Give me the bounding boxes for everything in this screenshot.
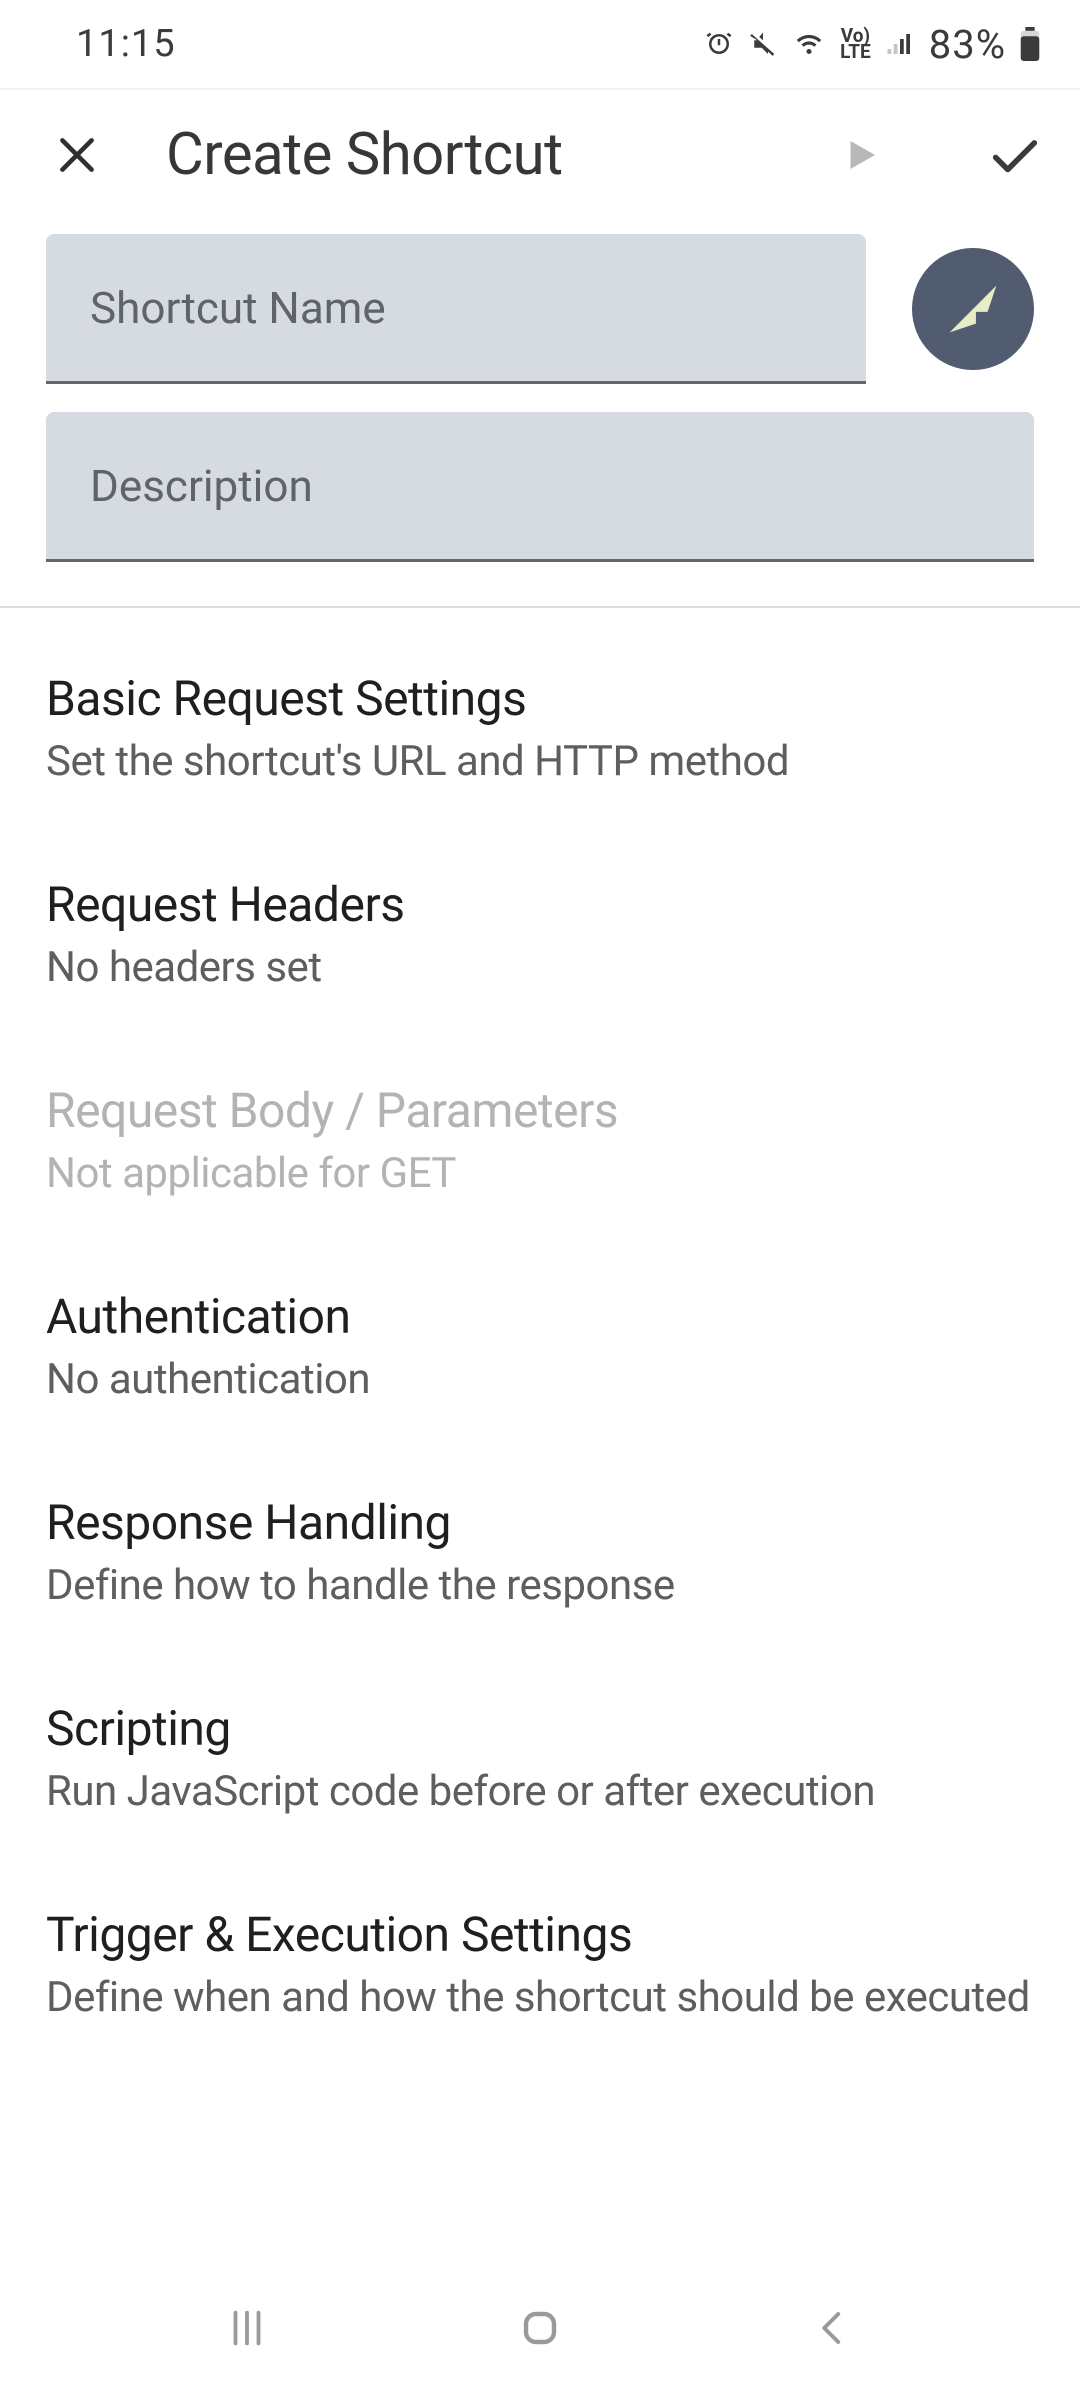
close-icon[interactable]	[42, 120, 112, 190]
section-request-headers[interactable]: Request Headers No headers set	[0, 832, 1080, 1038]
shortcut-icon-button[interactable]	[912, 248, 1034, 370]
section-title: Scripting	[46, 1700, 1034, 1757]
volte-icon: Vo)LTE	[840, 28, 871, 60]
section-response-handling[interactable]: Response Handling Define how to handle t…	[0, 1450, 1080, 1656]
alarm-icon	[704, 29, 734, 59]
section-sub: Not applicable for GET	[46, 1149, 1034, 1198]
section-title: Trigger & Execution Settings	[46, 1906, 1034, 1963]
status-right: Vo)LTE 83%	[704, 21, 1040, 68]
section-title: Request Body / Parameters	[46, 1082, 1034, 1139]
navigation-bar	[0, 2256, 1080, 2400]
section-sub: Define when and how the shortcut should …	[46, 1973, 1034, 2022]
section-sub: Define how to handle the response	[46, 1561, 1034, 1610]
back-icon[interactable]	[773, 2268, 893, 2388]
wifi-icon	[792, 29, 826, 59]
play-icon[interactable]	[826, 120, 896, 190]
home-icon[interactable]	[480, 2268, 600, 2388]
section-sub: No authentication	[46, 1355, 1034, 1404]
page-title: Create Shortcut	[166, 121, 772, 189]
settings-list: Basic Request Settings Set the shortcut'…	[0, 608, 1080, 2068]
check-icon[interactable]	[980, 120, 1050, 190]
status-time: 11:15	[76, 22, 176, 66]
mute-icon	[748, 29, 778, 59]
section-title: Basic Request Settings	[46, 670, 1034, 727]
recents-icon[interactable]	[187, 2268, 307, 2388]
shortcut-name-placeholder: Shortcut Name	[90, 282, 386, 334]
section-title: Request Headers	[46, 876, 1034, 933]
section-authentication[interactable]: Authentication No authentication	[0, 1244, 1080, 1450]
section-request-body: Request Body / Parameters Not applicable…	[0, 1038, 1080, 1244]
fields-group: Shortcut Name Description	[0, 220, 1080, 562]
section-title: Response Handling	[46, 1494, 1034, 1551]
shortcut-name-input[interactable]: Shortcut Name	[46, 234, 866, 384]
app-header: Create Shortcut	[0, 90, 1080, 220]
battery-icon	[1020, 27, 1040, 61]
description-placeholder: Description	[90, 460, 313, 512]
section-scripting[interactable]: Scripting Run JavaScript code before or …	[0, 1656, 1080, 1862]
section-sub: Set the shortcut's URL and HTTP method	[46, 737, 1034, 786]
section-sub: No headers set	[46, 943, 1034, 992]
section-basic-request[interactable]: Basic Request Settings Set the shortcut'…	[0, 626, 1080, 832]
signal-icon	[885, 29, 915, 59]
status-bar: 11:15 Vo)LTE 83%	[0, 0, 1080, 88]
section-trigger-execution[interactable]: Trigger & Execution Settings Define when…	[0, 1862, 1080, 2068]
description-input[interactable]: Description	[46, 412, 1034, 562]
section-title: Authentication	[46, 1288, 1034, 1345]
section-sub: Run JavaScript code before or after exec…	[46, 1767, 1034, 1816]
battery-percent: 83%	[929, 21, 1006, 68]
